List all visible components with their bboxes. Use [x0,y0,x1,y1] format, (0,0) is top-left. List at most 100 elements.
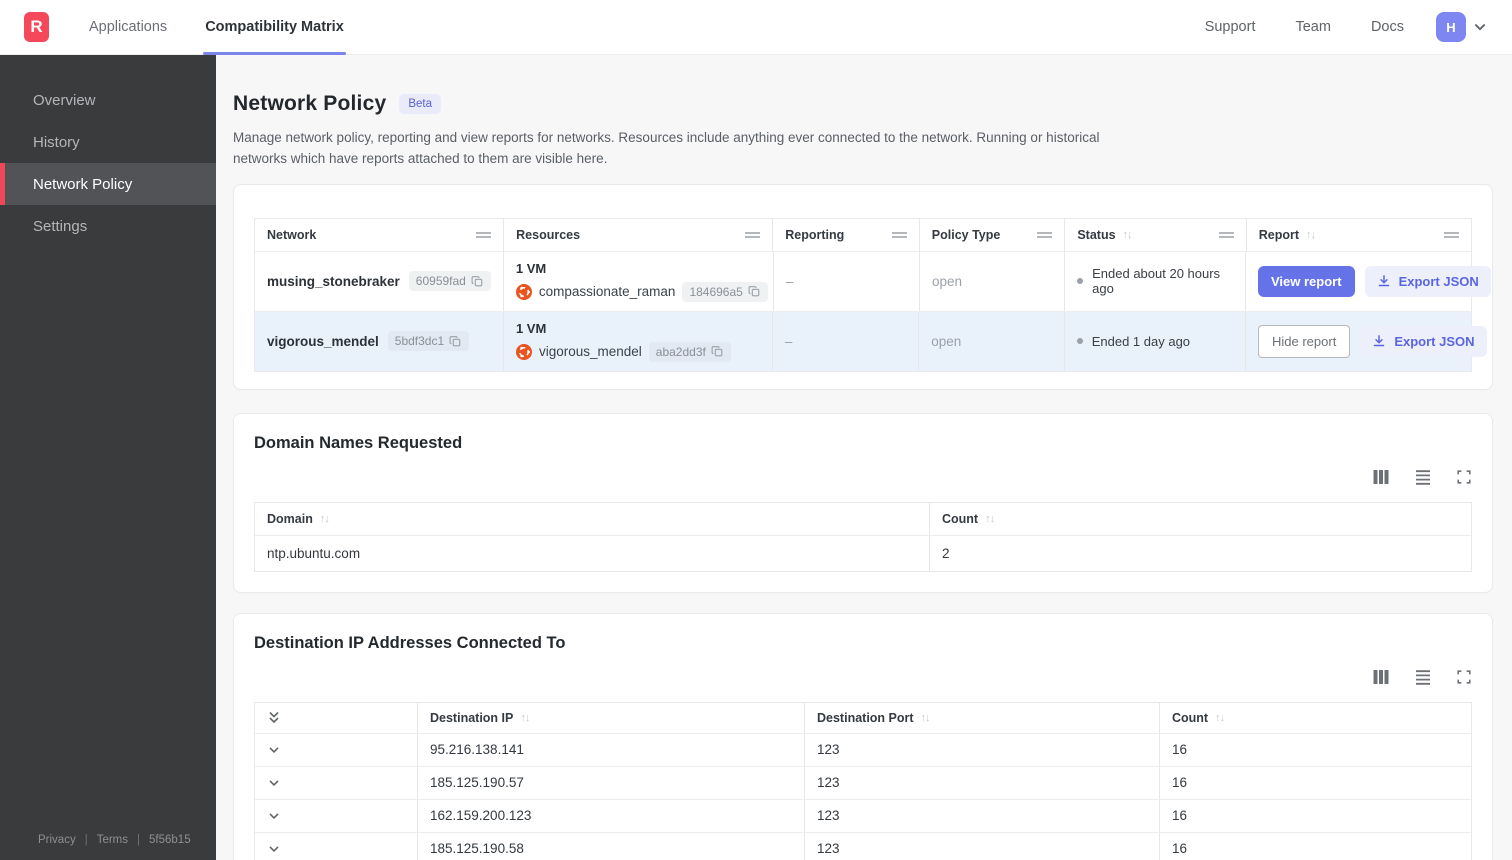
tab-applications[interactable]: Applications [87,0,169,55]
network-name-cell: musing_stonebraker 60959fad [255,251,504,311]
destinations-card-title: Destination IP Addresses Connected To [254,633,566,652]
column-resize-handle[interactable] [476,231,492,238]
fullscreen-icon[interactable] [1456,669,1472,685]
col-header-reporting[interactable]: Reporting [773,218,920,251]
destination-port-cell: 123 [805,733,1160,766]
destination-row: 95.216.138.141 123 16 [255,732,1471,766]
col-header-destination-ip[interactable]: Destination IP ↑↓ [418,702,805,733]
destination-port-cell: 123 [805,766,1160,799]
copy-icon[interactable] [748,285,761,298]
sidebar-item-history[interactable]: History [0,121,216,163]
policy-type-cell: open [919,311,1065,371]
column-resize-handle[interactable] [1218,231,1234,238]
link-docs[interactable]: Docs [1371,19,1404,35]
status-cell: Ended about 20 hours ago [1065,251,1246,311]
avatar[interactable]: H [1436,12,1466,42]
sort-icon[interactable]: ↑↓ [520,712,530,724]
destination-ip-cell: 185.125.190.58 [418,832,805,860]
resource-hash-badge: aba2dd3f [648,341,731,362]
expand-all-icon[interactable] [267,710,281,726]
row-expand-icon[interactable] [267,743,281,757]
sort-icon[interactable]: ↑↓ [921,712,931,724]
sort-icon[interactable]: ↑↓ [985,513,995,525]
reporting-cell: – [773,311,920,371]
network-name-cell: vigorous_mendel 5bdf3dc1 [255,311,504,371]
row-expand-icon[interactable] [267,842,281,856]
status-dot [1076,338,1083,345]
main-content: Network Policy Beta Manage network polic… [216,55,1512,860]
col-header-count[interactable]: Count ↑↓ [930,503,1471,535]
privacy-link[interactable]: Privacy [38,834,76,846]
sort-icon[interactable]: ↑↓ [1215,712,1225,724]
rows-icon[interactable] [1414,668,1432,686]
column-resize-handle[interactable] [891,231,907,238]
columns-icon[interactable] [1372,668,1390,686]
sidebar: Overview History Network Policy Settings… [0,55,216,860]
rows-icon[interactable] [1414,468,1432,486]
domains-card: Domain Names Requested Domain ↑↓ Count ↑… [233,412,1493,593]
column-resize-handle[interactable] [745,231,761,238]
destinations-table: Destination IP ↑↓ Destination Port ↑↓ Co… [254,701,1472,860]
networks-card: Network Resources Reporting Policy Type [233,183,1493,390]
link-team[interactable]: Team [1295,19,1330,35]
expand-all-header [255,702,418,733]
sidebar-item-overview[interactable]: Overview [0,79,216,121]
domain-row: ntp.ubuntu.com 2 [255,534,1471,571]
tab-compatibility-matrix[interactable]: Compatibility Matrix [203,0,346,55]
columns-icon[interactable] [1372,468,1390,486]
beta-badge: Beta [399,94,442,114]
fullscreen-icon[interactable] [1456,469,1472,485]
report-cell: Hide report Export JSON [1246,312,1487,371]
col-header-network[interactable]: Network [255,218,505,251]
count-cell: 2 [942,545,950,561]
policy-type-cell: open [920,251,1066,311]
col-header-domain[interactable]: Domain ↑↓ [255,502,930,535]
count-cell: 16 [1172,742,1188,758]
col-header-report[interactable]: Report ↑↓ [1247,219,1471,251]
export-json-button[interactable]: Export JSON [1364,265,1491,297]
sidebar-item-settings[interactable]: Settings [0,205,216,247]
column-resize-handle[interactable] [1443,231,1459,238]
col-header-resources[interactable]: Resources [504,218,774,251]
sort-icon[interactable]: ↑↓ [1306,229,1316,241]
export-json-button[interactable]: Export JSON [1360,325,1487,357]
copy-icon[interactable] [471,275,484,288]
ubuntu-icon [516,284,532,300]
domains-table: Domain ↑↓ Count ↑↓ ntp.ubuntu.com 2 [254,501,1472,572]
col-header-policy-type[interactable]: Policy Type [920,218,1066,251]
column-resize-handle[interactable] [1037,231,1053,238]
domains-toolbar [254,468,1472,486]
app-logo[interactable]: R [24,12,49,42]
row-expand-icon[interactable] [267,776,281,790]
build-hash: 5f56b15 [149,834,191,846]
ubuntu-icon [516,344,532,360]
sort-icon[interactable]: ↑↓ [1123,229,1133,241]
topbar-right: Support Team Docs H [1165,12,1488,42]
hide-report-button[interactable]: Hide report [1258,324,1351,358]
col-header-count[interactable]: Count ↑↓ [1160,703,1471,733]
view-report-button[interactable]: View report [1258,265,1355,297]
resources-cell: 1 VM vigorous_mendel aba2dd3f [504,311,773,371]
sidebar-item-network-policy[interactable]: Network Policy [0,163,216,205]
resources-cell: 1 VM compassionate_raman 184696a5 [504,251,774,311]
status-cell: Ended 1 day ago [1065,311,1246,371]
destination-row: 162.159.200.123 123 16 [255,798,1471,832]
footer-divider: | [137,834,141,846]
domains-table-header: Domain ↑↓ Count ↑↓ [255,502,1471,535]
link-support[interactable]: Support [1205,19,1256,35]
destination-port-cell: 123 [805,832,1160,860]
sidebar-footer: Privacy | Terms | 5f56b15 [0,834,216,860]
chevron-down-icon[interactable] [1472,19,1488,35]
col-header-status[interactable]: Status ↑↓ [1065,218,1247,251]
destinations-card: Destination IP Addresses Connected To De… [233,612,1493,860]
network-hash-badge: 60959fad [408,271,491,292]
col-header-destination-port[interactable]: Destination Port ↑↓ [805,702,1160,733]
row-expand-icon[interactable] [267,809,281,823]
sort-icon[interactable]: ↑↓ [320,513,330,525]
copy-icon[interactable] [449,335,462,348]
terms-link[interactable]: Terms [97,834,128,846]
copy-icon[interactable] [711,345,724,358]
destination-port-cell: 123 [805,799,1160,832]
networks-table-header: Network Resources Reporting Policy Type [255,218,1471,251]
destination-ip-cell: 95.216.138.141 [418,733,805,766]
